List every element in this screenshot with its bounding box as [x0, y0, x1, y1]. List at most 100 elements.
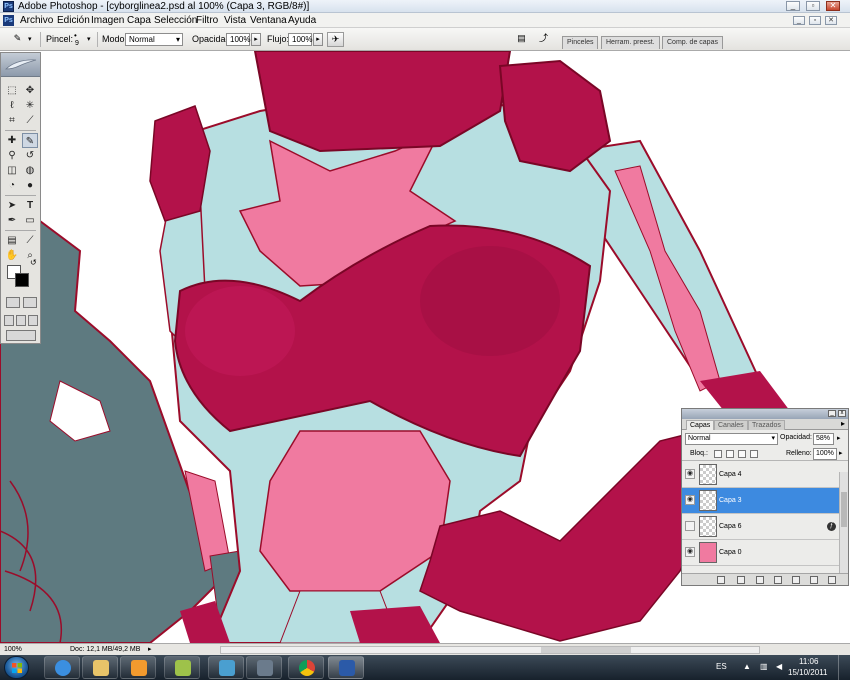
palette-well-icon[interactable]: ⤴ — [536, 32, 551, 47]
minimize-icon[interactable]: _ — [786, 1, 800, 11]
menu-capa[interactable]: Capa — [125, 13, 153, 28]
flow-field[interactable]: 100% — [288, 33, 312, 46]
opacity-arrow-icon[interactable]: ▸ — [251, 33, 261, 46]
new-group-icon[interactable] — [792, 576, 800, 584]
tab-canales[interactable]: Canales — [714, 420, 748, 430]
taskbar-app[interactable] — [208, 656, 244, 679]
opacity-field[interactable]: 100% — [226, 33, 250, 46]
adjustment-layer-icon[interactable] — [774, 576, 782, 584]
lasso-icon[interactable]: ℓ — [4, 98, 20, 113]
blend-mode-select[interactable]: Normal ▾ — [685, 433, 778, 445]
layer-row[interactable]: ◉ Capa 3 — [682, 488, 840, 514]
scrollbar-thumb[interactable] — [541, 647, 631, 653]
horizontal-scrollbar[interactable] — [220, 646, 760, 654]
taskbar-app[interactable] — [120, 656, 156, 679]
taskbar-app[interactable] — [82, 656, 118, 679]
menu-seleccion[interactable]: Selección — [152, 13, 199, 28]
move-icon[interactable]: ✥ — [22, 83, 38, 98]
dock-tab-pinceles[interactable]: Pinceles — [562, 36, 599, 49]
network-icon[interactable]: ▥ — [760, 662, 768, 671]
screen-mode-full-icon[interactable] — [28, 315, 38, 326]
doc-restore-icon[interactable]: ▫ — [809, 16, 821, 25]
tab-trazados[interactable]: Trazados — [748, 420, 785, 430]
hand-icon[interactable]: ✋ — [4, 248, 20, 263]
dock-tab-herramientas[interactable]: Herram. preest. — [601, 36, 660, 49]
shape-icon[interactable]: ▭ — [22, 213, 38, 228]
panel-menu-icon[interactable]: ▸ — [841, 419, 845, 428]
doc-close-icon[interactable]: ✕ — [825, 16, 837, 25]
eye-icon[interactable]: ◉ — [685, 495, 695, 505]
taskbar-app[interactable] — [288, 656, 324, 679]
brush-preset-icon[interactable]: ✎ — [10, 32, 25, 47]
eraser-icon[interactable]: ◫ — [4, 163, 20, 178]
link-layers-icon[interactable] — [717, 576, 725, 584]
opacity-arrow-icon[interactable]: ▸ — [837, 434, 841, 442]
zoom-level[interactable]: 100% — [4, 644, 22, 655]
layer-opacity-field[interactable]: 58% — [813, 433, 834, 445]
taskbar-app-active[interactable] — [328, 656, 364, 679]
chevron-down-icon[interactable]: ▾ — [28, 35, 32, 43]
restore-icon[interactable]: ▫ — [806, 1, 820, 11]
screen-mode-full-menu-icon[interactable] — [16, 315, 26, 326]
layer-row[interactable]: ◉ Capa 4 — [682, 462, 840, 488]
scrollbar-thumb[interactable] — [841, 492, 847, 527]
airbrush-icon[interactable]: ✈ — [327, 32, 344, 47]
file-browser-icon[interactable]: ▤ — [514, 32, 529, 47]
doc-minimize-icon[interactable]: _ — [793, 16, 805, 25]
language-indicator[interactable]: ES — [716, 662, 727, 671]
dodge-icon[interactable]: ● — [22, 178, 38, 193]
toolbox-header[interactable] — [1, 53, 40, 77]
history-brush-icon[interactable]: ↺ — [22, 148, 38, 163]
notes-icon[interactable]: ▤ — [4, 233, 20, 248]
close-icon[interactable]: ✕ — [826, 1, 840, 11]
menu-ayuda[interactable]: Ayuda — [286, 13, 318, 28]
clock-time[interactable]: 11:06 — [799, 657, 818, 666]
blur-icon[interactable]: ◔ — [4, 178, 20, 193]
layer-style-icon[interactable] — [737, 576, 745, 584]
background-color-swatch[interactable] — [15, 273, 29, 287]
pen-icon[interactable]: ✒ — [4, 213, 20, 228]
marquee-icon[interactable]: ⬚ — [4, 83, 20, 98]
flow-arrow-icon[interactable]: ▸ — [313, 33, 323, 46]
layer-effect-icon[interactable]: ƒ — [827, 522, 836, 531]
mode-select[interactable]: Normal ▾ — [125, 33, 183, 46]
clone-stamp-icon[interactable]: ⚲ — [4, 148, 20, 163]
swap-colors-icon[interactable]: ↺ — [30, 258, 37, 267]
tab-capas[interactable]: Capas — [686, 420, 715, 430]
type-icon[interactable]: T — [22, 198, 38, 213]
eye-icon[interactable]: ◉ — [685, 469, 695, 479]
lock-transparency-icon[interactable] — [714, 450, 722, 458]
paint-bucket-icon[interactable]: ◍ — [22, 163, 38, 178]
taskbar-app[interactable] — [246, 656, 282, 679]
taskbar-app[interactable] — [44, 656, 80, 679]
eye-icon[interactable]: ◉ — [685, 547, 695, 557]
trash-icon[interactable] — [828, 576, 836, 584]
clock-date[interactable]: 15/10/2011 — [788, 668, 827, 677]
layer-row[interactable]: ◉ Capa 0 — [682, 540, 840, 566]
eye-hidden-icon[interactable] — [685, 521, 695, 531]
lock-position-icon[interactable] — [738, 450, 746, 458]
lock-all-icon[interactable] — [750, 450, 758, 458]
app-menu-icon[interactable]: Ps — [3, 15, 14, 26]
standard-mode-icon[interactable] — [6, 297, 20, 308]
crop-icon[interactable]: ⌗ — [4, 113, 20, 128]
layer-row[interactable]: Capa 6 ƒ — [682, 514, 840, 540]
menu-filtro[interactable]: Filtro — [194, 13, 220, 28]
fill-field[interactable]: 100% — [813, 448, 837, 460]
eyedropper-icon[interactable]: ⟋ — [22, 233, 38, 248]
screen-mode-standard-icon[interactable] — [4, 315, 14, 326]
taskbar-app[interactable] — [164, 656, 200, 679]
magic-wand-icon[interactable]: ✳ — [22, 98, 38, 113]
path-selection-icon[interactable]: ➤ — [4, 198, 20, 213]
brush-picker-chevron-icon[interactable]: ▾ — [87, 35, 91, 43]
menu-vista[interactable]: Vista — [222, 13, 248, 28]
panel-close-icon[interactable]: x — [838, 410, 846, 417]
panel-minimize-icon[interactable]: _ — [828, 410, 836, 417]
tray-expand-icon[interactable]: ▲ — [743, 662, 751, 671]
layers-scrollbar[interactable] — [839, 472, 848, 574]
menu-edicion[interactable]: Edición — [55, 13, 92, 28]
volume-icon[interactable]: ◀ — [776, 662, 782, 671]
healing-brush-icon[interactable]: ✚ — [4, 133, 20, 148]
slice-icon[interactable]: ⟋ — [22, 113, 38, 128]
menu-archivo[interactable]: Archivo — [18, 13, 55, 28]
